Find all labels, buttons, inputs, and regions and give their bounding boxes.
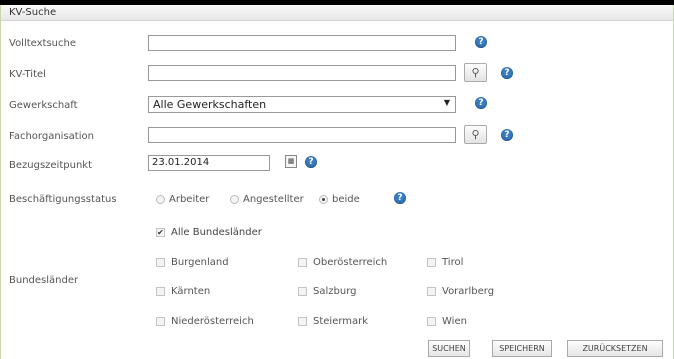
reset-button[interactable]: ZURÜCKSETZEN [567, 340, 663, 357]
panel-title: KV-Suche [9, 7, 57, 18]
checkbox-kaernten[interactable] [156, 287, 165, 296]
checkbox-niederoesterreich[interactable] [156, 317, 165, 326]
radio-arbeiter[interactable] [156, 195, 165, 204]
fachorganisation-input[interactable] [148, 127, 456, 143]
checkbox-label: Steiermark [313, 316, 369, 327]
checkbox-alle-label: Alle Bundesländer [171, 227, 262, 238]
gewerkschaft-select[interactable]: Alle Gewerkschaften ▼ [148, 96, 456, 113]
chevron-down-icon: ▼ [443, 98, 450, 107]
fachorganisation-label: Fachorganisation [9, 131, 94, 142]
volltext-label: Volltextsuche [9, 38, 77, 49]
checkbox-label: Tirol [442, 257, 464, 268]
bundeslaender-label: Bundesländer [9, 275, 79, 286]
lookup-icon[interactable]: ⚲ [464, 125, 487, 144]
search-panel: KV-Suche Volltextsuche ? KV-Titel ⚲ ? Ge… [0, 5, 674, 359]
checkbox-label: Burgenland [171, 257, 229, 268]
gewerkschaft-label: Gewerkschaft [9, 100, 78, 111]
checkbox-label: Oberösterreich [313, 257, 388, 268]
checkbox-vorarlberg[interactable] [427, 287, 436, 296]
help-icon[interactable]: ? [475, 36, 487, 48]
radio-angestellter-label: Angestellter [243, 194, 304, 205]
checkbox-salzburg[interactable] [298, 287, 307, 296]
help-icon[interactable]: ? [501, 129, 513, 141]
checkbox-steiermark[interactable] [298, 317, 307, 326]
kv-titel-input[interactable] [148, 65, 456, 81]
volltext-input[interactable] [148, 35, 456, 51]
checkbox-wien[interactable] [427, 317, 436, 326]
help-icon[interactable]: ? [501, 67, 513, 79]
checkbox-label: Wien [442, 316, 467, 327]
gewerkschaft-selected: Alle Gewerkschaften [153, 98, 267, 111]
checkbox-alle-bundeslaender[interactable]: ✔ [156, 228, 165, 237]
search-button[interactable]: SUCHEN [428, 340, 470, 357]
checkbox-burgenland[interactable] [156, 258, 165, 267]
kv-titel-label: KV-Titel [9, 69, 46, 80]
save-button[interactable]: SPEICHERN [492, 340, 552, 357]
checkbox-label: Salzburg [313, 286, 357, 297]
panel-header: KV-Suche [1, 5, 673, 21]
checkbox-label: Kärnten [171, 286, 211, 297]
calendar-icon[interactable]: ▦ [285, 155, 297, 168]
radio-angestellter[interactable] [230, 195, 239, 204]
lookup-icon[interactable]: ⚲ [464, 63, 487, 82]
bezugszeitpunkt-input[interactable]: 23.01.2014 [148, 155, 270, 171]
help-icon[interactable]: ? [305, 156, 317, 168]
checkbox-label: Niederösterreich [171, 316, 254, 327]
checkbox-oberoesterreich[interactable] [298, 258, 307, 267]
status-label: Beschäftigungsstatus [9, 194, 117, 205]
help-icon[interactable]: ? [394, 192, 406, 204]
radio-beide[interactable] [319, 195, 328, 204]
help-icon[interactable]: ? [475, 97, 487, 109]
radio-beide-label: beide [332, 194, 360, 205]
checkbox-label: Vorarlberg [442, 286, 495, 297]
radio-arbeiter-label: Arbeiter [169, 194, 210, 205]
bezugszeitpunkt-label: Bezugszeitpunkt [9, 160, 92, 171]
checkbox-tirol[interactable] [427, 258, 436, 267]
